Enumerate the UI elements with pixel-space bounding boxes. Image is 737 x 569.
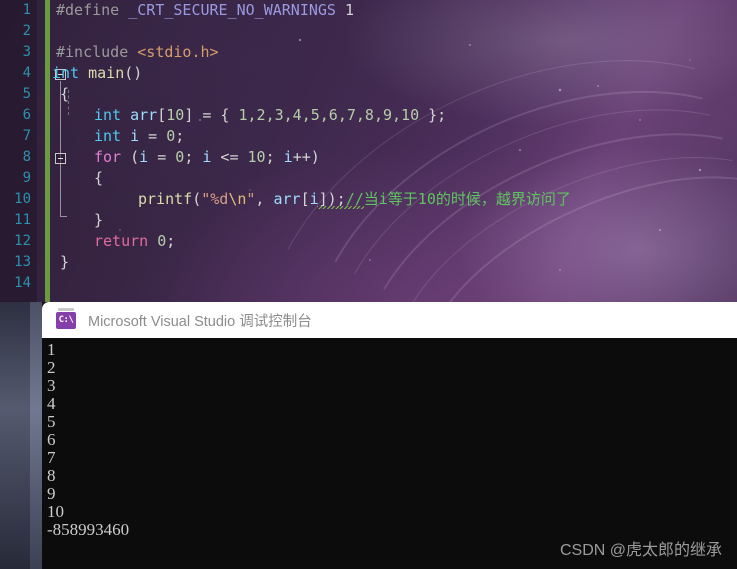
line-number: 3 — [22, 44, 31, 60]
console-output-line: 3 — [47, 376, 56, 395]
token-open-brace-5: { — [60, 85, 70, 103]
line-number: 10 — [14, 191, 31, 207]
line-number: 13 — [14, 254, 31, 270]
token-printf: printf — [138, 190, 193, 208]
token-int-7: int — [94, 127, 122, 145]
console-output-area[interactable]: 1 2 3 4 5 6 7 8 9 10 -858993460 CSDN @虎太… — [42, 338, 737, 569]
token-escape-newline: \n — [228, 190, 247, 208]
token-for: for — [94, 148, 122, 166]
line-number: 2 — [22, 23, 31, 39]
code-line-6: int arr[10] = { 1,2,3,4,5,6,7,8,9,10 }; — [94, 106, 447, 124]
console-output-line: 6 — [47, 430, 56, 449]
console-output-line: 7 — [47, 448, 56, 467]
token-macro-name: _CRT_SECURE_NO_WARNINGS — [128, 1, 336, 19]
token-macro-value: 1 — [345, 1, 355, 19]
command-prompt-icon-text: C:\ — [58, 315, 74, 325]
token-header: <stdio.h> — [137, 43, 219, 61]
token-int-4: int — [52, 64, 80, 82]
token-comment-line-10: //当i等于10的时候，越界访问了 — [345, 190, 571, 208]
console-output-line: 9 — [47, 484, 56, 503]
token-main: main — [88, 64, 125, 82]
token-loop-limit: 10 — [247, 148, 266, 166]
line-number: 1 — [22, 2, 31, 18]
token-close-brace-13: } — [60, 253, 70, 271]
token-define: #define — [56, 1, 120, 19]
line-number: 8 — [22, 149, 31, 165]
line-number-gutter: 1 2 3 4 5 6 7 8 9 10 11 12 13 14 — [0, 0, 37, 302]
screenshot-root: 1 2 3 4 5 6 7 8 9 10 11 12 13 14 #define _CRT_SECURE_… — [0, 0, 737, 569]
console-output-line: 4 — [47, 394, 56, 413]
code-line-11: } — [94, 210, 103, 231]
code-line-13: } — [60, 252, 69, 273]
command-prompt-icon: C:\ — [56, 307, 76, 329]
token-format-spec: %d — [210, 190, 229, 208]
code-line-5: { — [60, 84, 69, 105]
token-array-values: 1,2,3,4,5,6,7,8,9,10 — [238, 106, 420, 124]
error-squiggle-underline — [317, 206, 364, 209]
code-line-7: int i = 0; — [94, 127, 185, 145]
desktop-left-edge-dark — [0, 302, 30, 569]
token-arr-6: arr — [130, 106, 158, 124]
code-line-3: #include <stdio.h> — [56, 42, 219, 63]
line-number: 9 — [22, 170, 31, 186]
token-open-brace-9: { — [94, 169, 104, 187]
token-include: #include — [56, 43, 129, 61]
line-number: 4 — [22, 65, 31, 81]
token-arr-10: arr — [273, 190, 301, 208]
csdn-watermark: CSDN @虎太郎的继承 — [559, 541, 722, 559]
saved-changes-indicator — [45, 0, 50, 302]
code-line-12: return 0; — [94, 232, 176, 250]
console-output-line-garbage: -858993460 — [47, 520, 130, 539]
code-line-8: for (i = 0; i <= 10; i++) — [94, 148, 320, 166]
line-number: 5 — [22, 86, 31, 102]
console-output-line: 1 — [47, 340, 56, 359]
line-number: 12 — [14, 233, 31, 249]
console-output-line: 10 — [47, 502, 64, 521]
code-text-area[interactable]: #define _CRT_SECURE_NO_WARNINGS 1 #inclu… — [52, 0, 737, 302]
line-number: 11 — [14, 212, 31, 228]
token-parens-4: () — [124, 64, 143, 82]
token-zero-7: 0 — [166, 127, 176, 145]
line-number: 7 — [22, 128, 31, 144]
code-editor[interactable]: 1 2 3 4 5 6 7 8 9 10 11 12 13 14 #define _CRT_SECURE_… — [0, 0, 737, 302]
console-title-bar[interactable]: C:\ Microsoft Visual Studio 调试控制台 — [42, 302, 737, 338]
console-output-line: 2 — [47, 358, 56, 377]
token-i-7: i — [130, 127, 140, 145]
token-close-brace-11: } — [94, 211, 104, 229]
console-output-line: 5 — [47, 412, 56, 431]
token-int-6: int — [94, 106, 122, 124]
code-line-1: #define _CRT_SECURE_NO_WARNINGS 1 — [56, 0, 354, 21]
console-title-text: Microsoft Visual Studio 调试控制台 — [88, 313, 312, 330]
line-number: 14 — [14, 275, 31, 291]
code-line-9: { — [94, 168, 103, 189]
line-number: 6 — [22, 107, 31, 123]
token-array-size: 10 — [166, 106, 185, 124]
token-return: return — [94, 232, 149, 250]
debug-console-window[interactable]: C:\ Microsoft Visual Studio 调试控制台 1 2 3 … — [42, 302, 737, 569]
console-output-line: 8 — [47, 466, 56, 485]
code-line-4: int main() — [52, 63, 142, 84]
